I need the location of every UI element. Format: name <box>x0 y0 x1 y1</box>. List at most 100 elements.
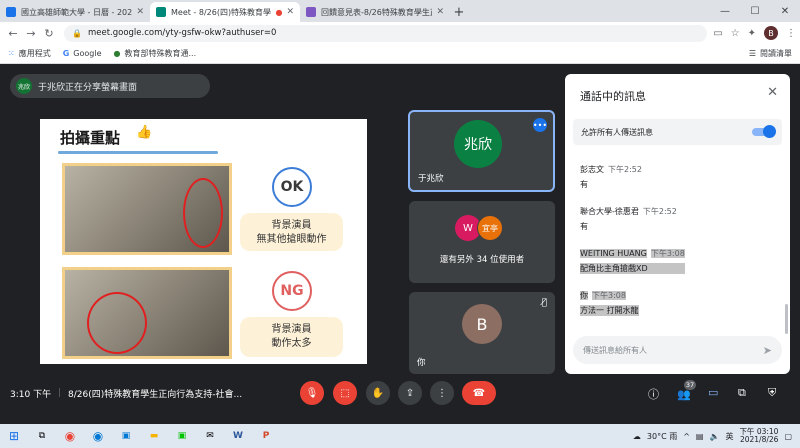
message-time: 下午3:08 <box>650 249 685 258</box>
caption-line: 背景演員 <box>271 324 312 335</box>
chat-message: WEITING HUANG 下午3:08 配角比主角搶戲XD <box>580 248 685 274</box>
ng-badge: NG <box>272 271 312 311</box>
meeting-name: 8/26(四)特殊教育學生正向行為支持-社會... <box>68 389 243 400</box>
message-sender: 聯合大學-徐惠君 <box>580 207 639 216</box>
self-tile-name: 你 <box>417 358 426 368</box>
chat-icon[interactable]: ▭ <box>708 386 718 399</box>
mic-toggle-button[interactable]: 🎙 <box>300 381 324 405</box>
bookmark-google[interactable]: G Google <box>63 49 102 58</box>
line-icon[interactable]: ▣ <box>172 426 192 446</box>
shared-screen: 拍攝重點 👍 OK 背景演員 無其他搶眼動作 NG 背景演員 動作太多 <box>40 119 367 364</box>
clock-date: 2021/8/26 <box>739 435 779 444</box>
bookmark-apps[interactable]: ⁙ 應用程式 <box>8 48 51 59</box>
weather-icon: ☁ <box>632 431 641 441</box>
reading-list[interactable]: ☰ 閱讀清單 <box>749 48 792 59</box>
tray-chevron-icon[interactable]: ^ <box>683 432 690 441</box>
others-count-text: 還有另外 34 位使用者 <box>439 255 525 265</box>
message-text: 有 <box>580 180 588 189</box>
info-icon[interactable]: ⓘ <box>648 386 659 402</box>
hand-icon: ✋ <box>371 387 385 399</box>
allow-messages-toggle[interactable] <box>752 125 776 138</box>
browser-tab-calendar[interactable]: 國立高雄師範大學 - 日曆 - 2021年 ✕ <box>0 2 150 22</box>
reload-icon[interactable]: ↻ <box>40 27 58 40</box>
raise-hand-button[interactable]: ✋ <box>366 381 390 405</box>
more-options-icon[interactable]: ••• <box>533 118 547 132</box>
presenter-avatar: 兆欣 <box>16 78 32 94</box>
message-text: 配角比主角搶戲XD <box>580 263 685 274</box>
message-time: 下午2:52 <box>642 207 677 216</box>
bookmark-label: 應用程式 <box>18 49 51 58</box>
chat-input-placeholder: 傳送訊息給所有人 <box>583 345 647 355</box>
back-icon[interactable]: ← <box>4 27 22 40</box>
new-tab-button[interactable]: + <box>450 2 468 22</box>
more-options-button[interactable]: ⋮ <box>430 381 454 405</box>
system-tray: ☁ 30°C 雨 ^ ▤ 🔈 英 下午 03:10 2021/8/26 ▢ <box>633 424 792 448</box>
minimize-button[interactable]: — <box>710 0 740 22</box>
leave-call-button[interactable]: ☎ <box>462 381 496 405</box>
start-icon[interactable]: ⊞ <box>4 426 24 446</box>
mic-off-icon: 🎙̸ <box>541 298 547 308</box>
url-text: meet.google.com/yty-gsfw-okw?authuser=0 <box>87 28 277 38</box>
chrome-icon[interactable]: ◉ <box>60 426 80 446</box>
close-window-button[interactable]: ✕ <box>770 0 800 22</box>
chat-input[interactable]: 傳送訊息給所有人 ➤ <box>573 336 782 364</box>
word-icon[interactable]: W <box>228 426 248 446</box>
task-view-icon[interactable]: ⧉ <box>32 426 52 446</box>
presenter-tile[interactable]: 兆欣 ••• 于兆欣 <box>408 110 555 192</box>
allow-messages-label: 允許所有人傳送訊息 <box>581 127 653 137</box>
close-tab-icon[interactable]: ✕ <box>286 7 294 17</box>
camera-toggle-button[interactable]: ⬚ <box>333 381 357 405</box>
url-field[interactable]: 🔒 meet.google.com/yty-gsfw-okw?authuser=… <box>64 24 708 42</box>
recording-dot-icon: ● <box>275 7 283 17</box>
extensions-icon[interactable]: ✦ <box>748 28 756 39</box>
chat-scrollbar[interactable] <box>785 304 788 334</box>
network-icon[interactable]: ▤ <box>696 432 704 441</box>
close-icon[interactable]: ✕ <box>767 85 778 100</box>
close-tab-icon[interactable]: ✕ <box>436 7 444 17</box>
participant-avatar: 宜亭 <box>477 215 503 241</box>
bookmark-moe[interactable]: ● 教育部特殊教育通... <box>114 48 197 59</box>
chat-panel: 通話中的訊息 ✕ 允許所有人傳送訊息 彭志文 下午2:52 有 聯合大學-徐惠君下… <box>565 74 790 374</box>
edge-icon[interactable]: ◉ <box>88 426 108 446</box>
ime-indicator[interactable]: 英 <box>725 431 733 442</box>
activities-icon[interactable]: ⧉ <box>738 386 746 400</box>
caption-line: 背景演員 <box>271 220 312 231</box>
maximize-button[interactable]: ☐ <box>740 0 770 22</box>
highlight-oval <box>87 292 147 354</box>
volume-icon[interactable]: 🔈 <box>709 432 719 441</box>
camera-icon[interactable]: ▭ <box>713 28 722 39</box>
ng-photo <box>62 267 232 359</box>
browser-tab-meet[interactable]: Meet - 8/26(四)特殊教育學 ● ✕ <box>150 2 300 22</box>
forward-icon[interactable]: → <box>22 27 40 40</box>
self-tile[interactable]: B 🎙̸ 你 <box>409 292 555 374</box>
bookmark-star-icon[interactable]: ☆ <box>731 28 740 39</box>
caption-line: 無其他搶眼動作 <box>256 234 327 245</box>
message-text: 有 <box>580 222 588 231</box>
close-tab-icon[interactable]: ✕ <box>136 7 144 17</box>
chat-message: 彭志文 下午2:52 有 <box>580 164 642 190</box>
powerpoint-icon[interactable]: P <box>256 426 276 446</box>
lock-icon: 🔒 <box>72 28 82 38</box>
apps-grid-icon: ⁙ <box>8 49 15 58</box>
clock[interactable]: 下午 03:10 2021/8/26 <box>739 427 779 445</box>
message-time: 下午3:08 <box>592 291 626 300</box>
people-icon[interactable]: 👥 <box>677 388 691 401</box>
others-tile[interactable]: W 宜亭 還有另外 34 位使用者 <box>409 201 555 283</box>
menu-dots-icon[interactable]: ⋮ <box>786 28 796 39</box>
email-icon[interactable]: ✉ <box>200 426 220 446</box>
store-icon[interactable]: ▣ <box>116 426 136 446</box>
send-icon[interactable]: ➤ <box>763 344 772 357</box>
profile-avatar[interactable]: B <box>764 26 778 40</box>
forms-icon <box>306 7 316 17</box>
tab-title: Meet - 8/26(四)特殊教育學 <box>171 7 272 17</box>
ok-photo <box>62 163 232 255</box>
present-button[interactable]: ⇪ <box>398 381 422 405</box>
browser-tab-feedback[interactable]: 回饋意見表-8/26特殊教育學生正 ✕ <box>300 2 450 22</box>
notification-icon[interactable]: ▢ <box>784 432 792 441</box>
presenter-tile-name: 于兆欣 <box>418 174 444 184</box>
presenting-text: 于兆欣正在分享螢幕畫面 <box>38 82 138 93</box>
meeting-controls: 3:10 下午 | 8/26(四)特殊教育學生正向行為支持-社會... 🎙 ⬚ … <box>0 374 800 412</box>
file-explorer-icon[interactable]: ▬ <box>144 426 164 446</box>
host-controls-icon[interactable]: ⛨ <box>768 386 776 400</box>
highlight-oval <box>183 178 223 248</box>
